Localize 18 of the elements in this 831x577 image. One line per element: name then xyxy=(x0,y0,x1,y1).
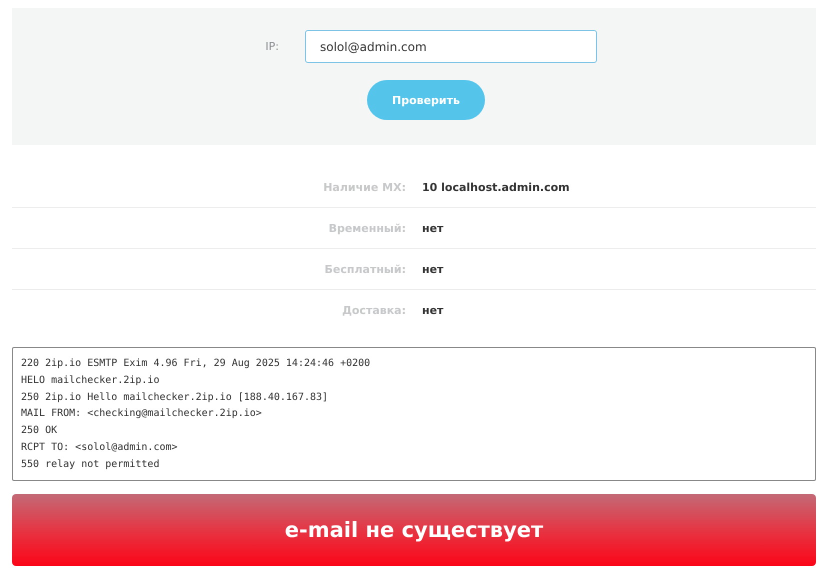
email-field[interactable]: solol@admin.com xyxy=(305,30,597,63)
result-label: Наличие MX: xyxy=(322,180,406,194)
result-value: нет xyxy=(422,262,444,276)
log-line: RCPT TO: <solol@admin.com> xyxy=(21,440,179,455)
field-label: IP: xyxy=(264,40,279,53)
result-value: нет xyxy=(422,222,444,234)
result-label: Временный: xyxy=(328,222,406,234)
result-value: 10 localhost.admin.com xyxy=(422,180,570,194)
result-banner: e-mail не существует xyxy=(12,494,816,566)
log-line: 220 2ip.io ESMTP Exim 4.96 Fri, 29 Aug 2025 14:24:46 +0200 xyxy=(21,357,372,371)
log-line: 250 2ip.io Hello mailchecker.2ip.io [188.40.167.83] xyxy=(21,390,330,405)
result-label: Бесплатный: xyxy=(324,262,406,276)
log-line: MAIL FROM: <checking@mailchecker.2ip.io> xyxy=(21,407,263,422)
log-line: HELO mailchecker.2ip.io xyxy=(21,374,160,388)
result-label: Доставка: xyxy=(341,304,406,316)
log-line: 550 relay not permitted xyxy=(21,458,160,472)
log-line: 250 OK xyxy=(21,424,58,438)
result-value: нет xyxy=(422,304,444,316)
